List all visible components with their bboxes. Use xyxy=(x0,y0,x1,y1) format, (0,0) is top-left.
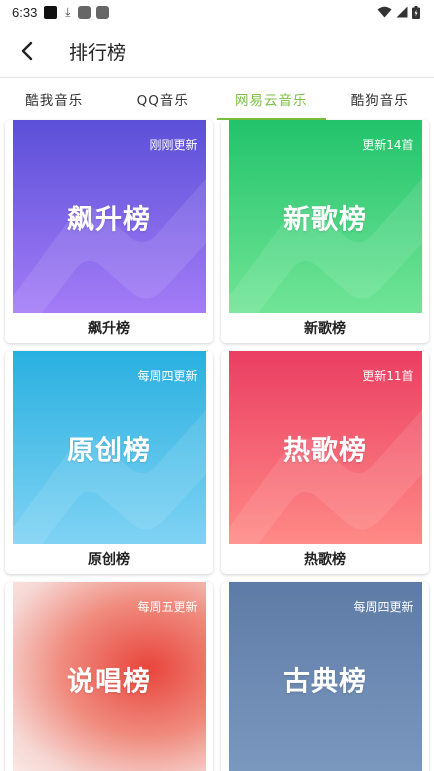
chart-label: 新歌榜 xyxy=(304,321,346,337)
cover-title: 热歌榜 xyxy=(283,435,367,466)
system-icons xyxy=(377,5,420,19)
app-notification-icon xyxy=(44,5,58,19)
chart-cover: 刚刚更新 飙升榜 xyxy=(12,120,206,313)
chart-cover: 每周四更新 古典榜 xyxy=(228,582,422,771)
tab-qq-music[interactable]: QQ音乐 xyxy=(109,78,218,120)
wifi-icon xyxy=(377,6,392,18)
chart-label: 飙升榜 xyxy=(88,321,130,337)
app-bar: 排行榜 xyxy=(0,24,434,78)
app-notification-icon xyxy=(78,5,92,19)
chart-grid: 刚刚更新 飙升榜 飙升榜 更新14首 新歌榜 新歌榜 每周四更新 原创榜 原创榜 xyxy=(5,120,429,771)
chart-card-hot-songs[interactable]: 更新11首 热歌榜 热歌榜 xyxy=(221,351,429,574)
page-title: 排行榜 xyxy=(69,41,127,64)
update-badge: 更新14首 xyxy=(362,138,414,152)
battery-icon xyxy=(412,5,420,19)
cover-title: 新歌榜 xyxy=(283,204,367,235)
tab-kuwo[interactable]: 酷我音乐 xyxy=(0,78,109,120)
status-time: 6:33 xyxy=(12,4,38,20)
notification-icons: ⤓ xyxy=(44,4,110,19)
tab-kugou[interactable]: 酷狗音乐 xyxy=(326,78,434,120)
chart-card-new-songs[interactable]: 更新14首 新歌榜 新歌榜 xyxy=(221,120,429,343)
download-icon: ⤓ xyxy=(65,4,71,19)
cover-title: 说唱榜 xyxy=(67,666,151,697)
chart-label: 热歌榜 xyxy=(304,552,346,568)
chart-card-soaring[interactable]: 刚刚更新 飙升榜 飙升榜 xyxy=(5,120,213,343)
app-notification-icon xyxy=(96,5,110,19)
update-badge: 刚刚更新 xyxy=(149,138,198,152)
cover-title: 原创榜 xyxy=(67,435,151,466)
status-bar: 6:33 ⤓ xyxy=(0,0,434,24)
chart-cover: 更新11首 热歌榜 xyxy=(228,351,422,544)
cover-title: 古典榜 xyxy=(283,666,367,697)
source-tabs: 酷我音乐 QQ音乐 网易云音乐 酷狗音乐 xyxy=(0,78,434,120)
signal-icon xyxy=(396,6,408,18)
chart-card-rap[interactable]: 每周五更新 说唱榜 xyxy=(5,582,213,771)
chart-cover: 每周五更新 说唱榜 xyxy=(12,582,206,771)
chart-card-classical[interactable]: 每周四更新 古典榜 xyxy=(221,582,429,771)
update-badge: 更新11首 xyxy=(362,369,414,383)
chart-cover: 更新14首 新歌榜 xyxy=(228,120,422,313)
update-badge: 每周四更新 xyxy=(137,369,198,383)
chart-label: 原创榜 xyxy=(88,552,130,568)
chart-cover: 每周四更新 原创榜 xyxy=(12,351,206,544)
chart-card-original[interactable]: 每周四更新 原创榜 原创榜 xyxy=(5,351,213,574)
back-button[interactable] xyxy=(13,37,41,65)
cover-title: 飙升榜 xyxy=(67,204,151,235)
update-badge: 每周四更新 xyxy=(353,600,414,614)
chevron-left-icon xyxy=(21,41,33,61)
update-badge: 每周五更新 xyxy=(137,600,198,614)
tab-netease[interactable]: 网易云音乐 xyxy=(217,78,326,120)
